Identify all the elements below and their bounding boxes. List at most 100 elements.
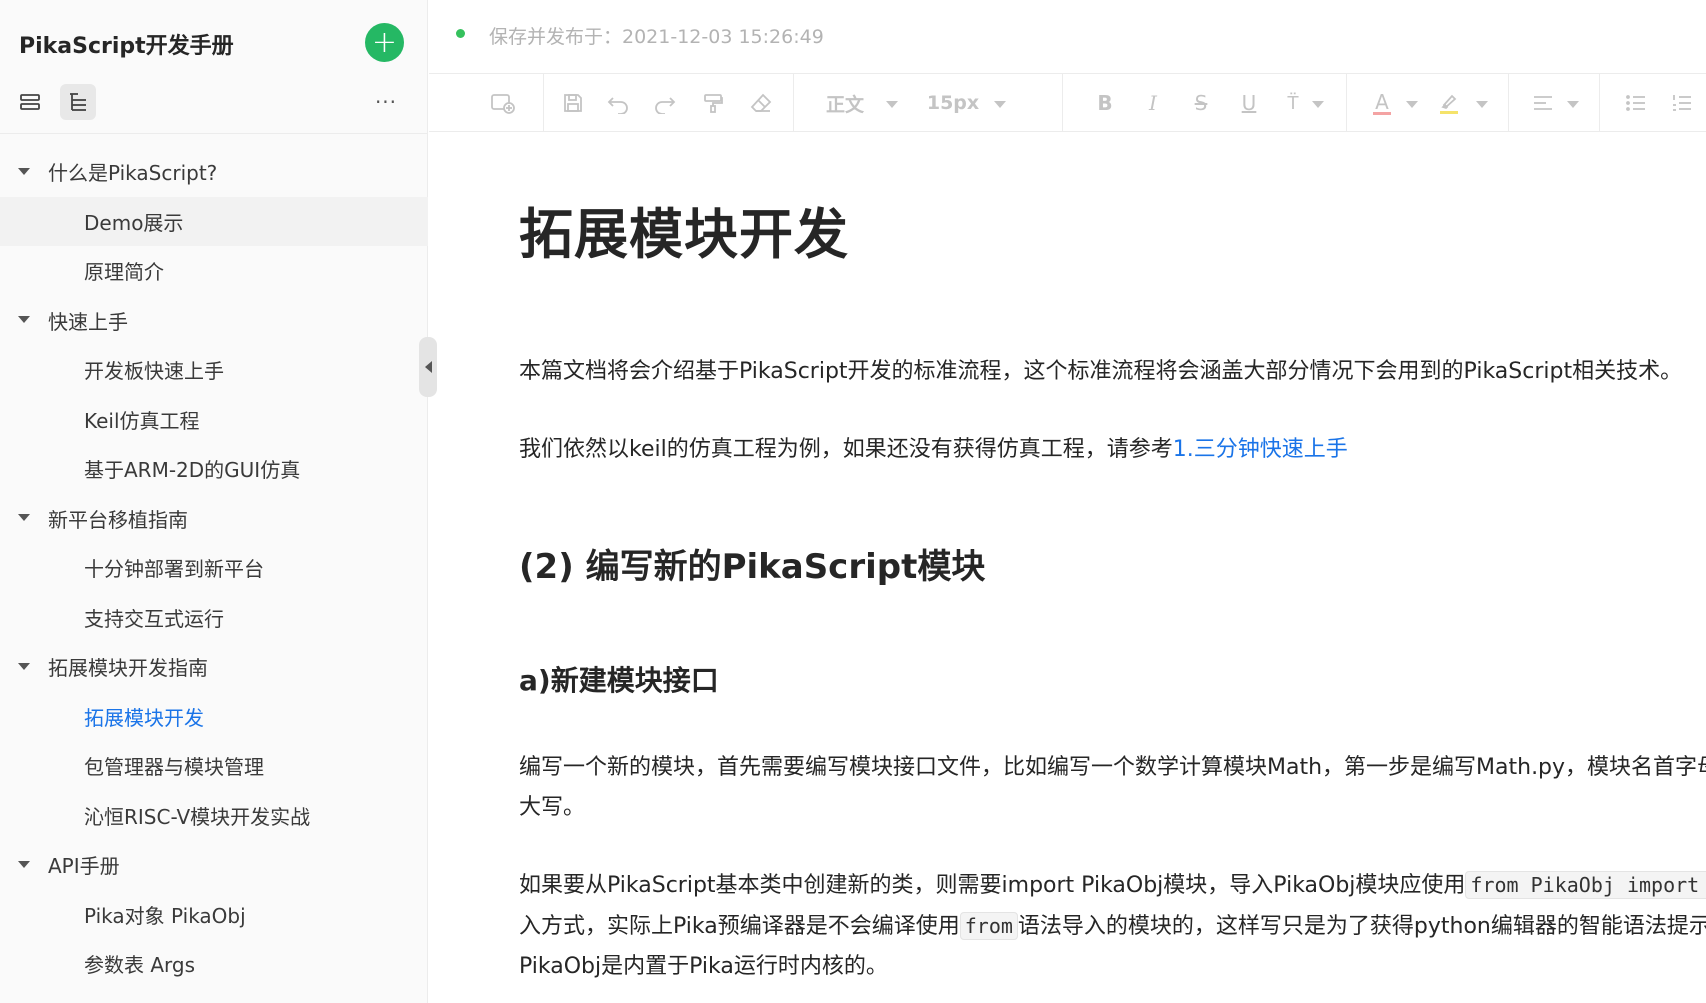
toc-item[interactable]: 参数表 Args: [0, 939, 428, 989]
book-title[interactable]: PikaScript开发手册: [19, 28, 234, 60]
document-title[interactable]: 拓展模块开发: [519, 190, 849, 269]
paragraph[interactable]: 如果要从PikaScript基本类中创建新的类，则需要import PikaOb…: [519, 865, 1706, 987]
section-heading[interactable]: (2) 编写新的PikaScript模块: [519, 539, 985, 588]
toc-item-label: 开发板快速上手: [84, 359, 224, 384]
bullet-list-button[interactable]: [1618, 86, 1654, 120]
add-document-button[interactable]: +: [365, 23, 404, 62]
toolbar-divider: [543, 74, 544, 132]
toc-item[interactable]: 包管理器与模块管理: [0, 741, 428, 791]
chevron-down-icon[interactable]: [1567, 101, 1579, 108]
tree-view-button[interactable]: [60, 84, 96, 120]
toc-group-item[interactable]: API手册: [0, 840, 428, 890]
toc-item[interactable]: Demo展示: [0, 196, 428, 246]
toc-item-label: Keil仿真工程: [84, 408, 200, 433]
caret-down-icon[interactable]: [18, 662, 30, 670]
toc-group-item[interactable]: 快速上手: [0, 296, 428, 346]
paragraph[interactable]: 我们依然以keil的仿真工程为例，如果还没有获得仿真工程，请参考1.三分钟快速上…: [519, 430, 1348, 470]
chevron-down-icon[interactable]: [1406, 101, 1418, 108]
underline-icon: U: [1241, 91, 1257, 115]
list-view-icon: [20, 94, 40, 110]
font-color-button[interactable]: A: [1364, 86, 1400, 120]
font-size-select[interactable]: 15px: [925, 86, 981, 120]
align-left-icon: [1534, 96, 1552, 110]
subsection-heading[interactable]: a)新建模块接口: [519, 659, 719, 699]
superscript-icon: T̈: [1287, 92, 1299, 114]
toc-item-label: API手册: [48, 854, 120, 879]
italic-button[interactable]: I: [1135, 86, 1171, 120]
redo-button[interactable]: [647, 86, 683, 120]
toc-item[interactable]: 拓展模块开发: [0, 692, 428, 742]
caret-down-icon[interactable]: [18, 167, 30, 175]
paragraph-style-select[interactable]: 正文: [820, 86, 870, 120]
chevron-down-icon[interactable]: [886, 101, 898, 108]
toc-item-label: 原理简介: [84, 260, 164, 285]
toc-item[interactable]: 沁恒RISC-V模块开发实战: [0, 791, 428, 841]
insert-card-button[interactable]: [485, 86, 521, 120]
toc-item[interactable]: Pika对象 PikaObj: [0, 890, 428, 940]
strikethrough-button[interactable]: S: [1183, 86, 1219, 120]
toolbar-divider: [1599, 74, 1600, 132]
toc-group-item[interactable]: 什么是PikaScript?: [0, 147, 428, 197]
insert-card-icon: [491, 94, 515, 114]
toc-item-label: 参数表 Args: [84, 953, 196, 978]
paragraph-text: 如果要从PikaScript基本类中创建新的类，则需要import PikaOb…: [519, 873, 1466, 898]
highlight-button[interactable]: [1431, 86, 1467, 120]
undo-button[interactable]: [600, 86, 636, 120]
save-button[interactable]: [555, 86, 591, 120]
paragraph-text: 我们依然以keil的仿真工程为例，如果还没有获得仿真工程，请参考: [519, 437, 1173, 462]
eraser-icon: [750, 93, 772, 112]
caret-down-icon[interactable]: [18, 514, 30, 522]
toc-item-label: 十分钟部署到新平台: [84, 557, 264, 582]
paragraph[interactable]: 本篇文档将会介绍基于PikaScript开发的标准流程，这个标准流程将会涵盖大部…: [519, 352, 1682, 392]
paragraph-text: 语法导入的模块的，这样写只是为了获得python编辑器的智能语法提示，: [1017, 914, 1706, 939]
toc-item[interactable]: 支持交互式运行: [0, 593, 428, 643]
toc-item-label: Demo展示: [84, 210, 184, 235]
sidebar-header: PikaScript开发手册 + ···: [0, 0, 428, 134]
quick-start-link[interactable]: 1.三分钟快速上手: [1173, 437, 1348, 462]
chevron-down-icon[interactable]: [1476, 101, 1488, 108]
chevron-down-icon[interactable]: [1312, 101, 1324, 108]
paragraph[interactable]: 编写一个新的模块，首先需要编写模块接口文件，比如编写一个数学计算模块Math，第…: [519, 748, 1706, 828]
toc-item[interactable]: 基于ARM-2D的GUI仿真: [0, 444, 428, 494]
toc-item-label: 基于ARM-2D的GUI仿真: [84, 458, 301, 483]
toolbar-divider: [1508, 74, 1509, 132]
caret-down-icon[interactable]: [18, 860, 30, 868]
chevron-down-icon[interactable]: [994, 101, 1006, 108]
bold-icon: B: [1097, 91, 1113, 115]
underline-button[interactable]: U: [1231, 86, 1267, 120]
paragraph-line: PikaObj是内置于Pika运行时内核的。: [519, 954, 888, 979]
toc-item-label: 拓展模块开发指南: [48, 656, 208, 681]
editor-toolbar: 正文 15px B I S U T̈ A: [429, 74, 1706, 132]
toc-item[interactable]: Keil仿真工程: [0, 395, 428, 445]
sidebar-collapse-button[interactable]: [419, 337, 437, 397]
caret-down-icon[interactable]: [18, 316, 30, 324]
more-options-button[interactable]: ···: [370, 86, 402, 118]
clear-format-button[interactable]: [743, 86, 779, 120]
toolbar-divider: [793, 74, 794, 132]
format-painter-button[interactable]: [695, 86, 731, 120]
paragraph-line: 大写。: [519, 795, 586, 820]
table-of-contents: 什么是PikaScript? Demo展示 原理简介快速上手开发板快速上手 Keil仿…: [0, 147, 428, 989]
numbered-list-button[interactable]: [1664, 86, 1700, 120]
status-dot-icon: [456, 29, 465, 38]
toc-item-label: 支持交互式运行: [84, 606, 224, 631]
sidebar: PikaScript开发手册 + ··· 什么是PikaScript? Demo展…: [0, 0, 428, 1003]
italic-icon: I: [1149, 91, 1157, 115]
toc-item-label: Pika对象 PikaObj: [84, 903, 246, 928]
bold-button[interactable]: B: [1087, 86, 1123, 120]
bullet-list-icon: [1626, 95, 1645, 111]
toc-group-item[interactable]: 拓展模块开发指南: [0, 642, 428, 692]
align-button[interactable]: [1525, 86, 1561, 120]
toolbar-divider: [1346, 74, 1347, 132]
highlighter-icon: [1441, 94, 1457, 109]
toc-group-item[interactable]: 新平台移植指南: [0, 494, 428, 544]
numbered-list-icon: [1673, 95, 1691, 111]
text-style-button[interactable]: T̈: [1275, 86, 1311, 120]
list-view-button[interactable]: [12, 84, 48, 120]
highlight-swatch: [1440, 110, 1458, 114]
toc-item[interactable]: 原理简介: [0, 246, 428, 296]
toc-item[interactable]: 十分钟部署到新平台: [0, 543, 428, 593]
toc-item-label: 包管理器与模块管理: [84, 755, 264, 780]
toc-item[interactable]: 开发板快速上手: [0, 345, 428, 395]
toc-item-label: 新平台移植指南: [48, 507, 188, 532]
